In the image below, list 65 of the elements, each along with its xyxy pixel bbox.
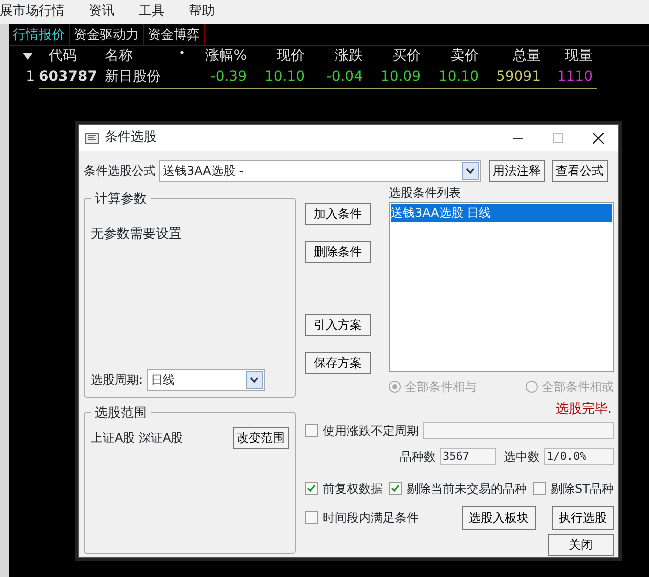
table-cell-text: 10.09: [380, 68, 422, 87]
count-label: 选中数: [504, 448, 540, 466]
column-header: 卖价: [450, 47, 480, 66]
action-button[interactable]: 执行选股: [552, 506, 614, 530]
close-button[interactable]: 关闭: [548, 534, 614, 556]
checkbox[interactable]: [305, 424, 318, 437]
menu-item[interactable]: 工具: [139, 2, 175, 22]
checkbox-label: 前复权数据: [323, 480, 383, 498]
radio-label: 全部条件相与: [405, 379, 477, 396]
column-header: 名称: [105, 47, 134, 66]
column-header: 买价: [392, 47, 422, 66]
checkbox[interactable]: [533, 482, 546, 495]
column-header: 涨跌: [334, 47, 364, 66]
formula-button[interactable]: 查看公式: [552, 160, 608, 182]
window-icon: [85, 132, 99, 144]
formula-button[interactable]: 用法注释: [489, 160, 545, 182]
menu-item[interactable]: 帮助: [189, 2, 225, 22]
count-field: 1/0.0%: [544, 448, 614, 465]
change-scope-button[interactable]: 改变范围: [233, 427, 289, 449]
table-cell-text: 1110: [556, 68, 594, 87]
field-label: 条件选股公式: [84, 163, 156, 180]
condition-button[interactable]: 删除条件: [305, 241, 371, 263]
checkbox[interactable]: [389, 482, 402, 495]
checkbox-label: 时间段内满足条件: [323, 510, 419, 526]
checkbox[interactable]: [305, 482, 318, 495]
column-header: 涨幅%: [204, 47, 248, 66]
column-header: 现量: [564, 47, 594, 66]
close-icon[interactable]: [593, 132, 604, 144]
row-number: 1: [25, 68, 36, 87]
checkbox[interactable]: [305, 511, 318, 524]
status-text: 选股完毕.: [556, 401, 612, 419]
count-label: 品种数: [400, 448, 436, 466]
maximize-icon[interactable]: [553, 133, 563, 143]
list-label: 选股条件列表: [389, 185, 462, 202]
formula-dropdown[interactable]: 送钱3AA选股 -: [159, 160, 481, 182]
table-cell-text: -0.39: [210, 68, 248, 87]
table-cell-text: 10.10: [264, 68, 306, 87]
condition-button[interactable]: 引入方案: [305, 314, 371, 336]
column-header: 总量: [512, 47, 542, 66]
table-cell-text: 10.10: [438, 68, 480, 87]
table-cell-text: -0.04: [326, 68, 364, 87]
list-item[interactable]: 送钱3AA选股 日线: [391, 204, 612, 222]
checkbox-label: 使用涨跌不定周期: [323, 422, 419, 440]
period-field[interactable]: [423, 422, 614, 439]
checkbox-label: 剔除当前未交易的品种: [407, 480, 528, 498]
market-scope: 上证A股 深证A股: [91, 430, 184, 447]
action-button[interactable]: 选股入板块: [462, 506, 536, 530]
table-cell-text: 59091: [495, 68, 542, 87]
field-label: 选股周期:: [91, 372, 144, 389]
column-header: 代码: [48, 47, 78, 66]
menu-item[interactable]: 资讯: [89, 2, 125, 22]
window-title: 条件选股: [105, 129, 157, 148]
condition-button[interactable]: 加入条件: [305, 203, 371, 225]
table-cell-text: 新日股份: [105, 68, 162, 87]
period-dropdown[interactable]: 日线: [147, 369, 266, 391]
count-field: 3567: [440, 448, 496, 465]
checkbox-label: 剔除ST品种: [551, 480, 614, 498]
radio-label: 全部条件相或: [542, 379, 614, 396]
menu-item[interactable]: 展市场行情: [0, 2, 75, 22]
sort-down-icon[interactable]: [23, 52, 33, 60]
params-message: 无参数需要设置: [91, 226, 182, 244]
column-header: 现价: [276, 47, 306, 66]
condition-button[interactable]: 保存方案: [305, 352, 371, 374]
table-cell-text: 603787: [39, 68, 98, 87]
marker-dot: •: [179, 46, 186, 62]
